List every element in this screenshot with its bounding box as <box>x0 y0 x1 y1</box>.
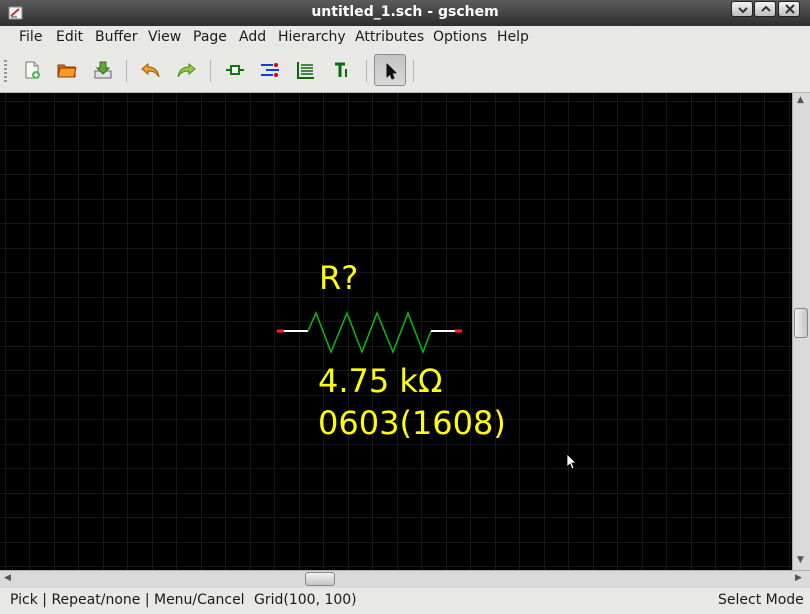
value-attribute[interactable]: 4.75 kΩ <box>318 362 442 400</box>
gschem-window: untitled_1.sch - gschem File Edit Buffer… <box>0 0 810 614</box>
add-net-button[interactable] <box>254 54 286 86</box>
add-bus-button[interactable] <box>290 54 322 86</box>
vertical-scrollbar[interactable]: ▲ ▼ <box>792 93 810 570</box>
menu-hierarchy[interactable]: Hierarchy <box>278 29 346 45</box>
maximize-button[interactable] <box>754 1 776 17</box>
undo-icon <box>141 62 160 78</box>
menu-page[interactable]: Page <box>193 29 227 45</box>
add-text-button[interactable] <box>326 54 358 86</box>
menu-file[interactable]: File <box>19 29 42 45</box>
open-button[interactable] <box>51 54 83 86</box>
add-component-icon <box>226 65 244 75</box>
menu-add[interactable]: Add <box>239 29 266 45</box>
title-bar: untitled_1.sch - gschem <box>0 0 810 26</box>
close-icon <box>785 4 795 14</box>
close-button[interactable] <box>778 1 800 17</box>
redo-icon <box>177 62 196 78</box>
scroll-up-icon[interactable]: ▲ <box>797 95 804 105</box>
menu-options[interactable]: Options <box>433 29 487 45</box>
undo-button[interactable] <box>135 54 167 86</box>
select-arrow-icon <box>386 63 397 80</box>
status-mouse-hint: Pick | Repeat/none | Menu/Cancel <box>10 592 245 608</box>
maximize-icon <box>761 5 771 12</box>
new-file-button[interactable] <box>16 54 48 86</box>
schematic-drawing: R? 4.75 kΩ 0603(1608) <box>0 93 792 570</box>
add-component-button[interactable] <box>219 54 251 86</box>
window-title: untitled_1.sch - gschem <box>311 4 499 20</box>
toolbar-separator <box>413 60 414 82</box>
menu-attributes[interactable]: Attributes <box>355 29 424 45</box>
menu-help[interactable]: Help <box>497 29 529 45</box>
menu-buffer[interactable]: Buffer <box>95 29 138 45</box>
minimize-button[interactable] <box>731 1 753 17</box>
save-icon <box>94 61 112 79</box>
refdes-attribute[interactable]: R? <box>319 259 358 297</box>
schematic-canvas[interactable]: R? 4.75 kΩ 0603(1608) <box>0 93 792 570</box>
vertical-scroll-thumb[interactable] <box>794 308 808 338</box>
toolbar <box>0 50 810 93</box>
footprint-attribute[interactable]: 0603(1608) <box>318 404 506 442</box>
horizontal-scroll-thumb[interactable] <box>305 572 335 586</box>
toolbar-separator <box>366 60 367 82</box>
new-file-icon <box>25 61 40 79</box>
status-bar: Pick | Repeat/none | Menu/Cancel Grid(10… <box>0 588 810 614</box>
scroll-left-icon[interactable]: ◀ <box>4 573 11 583</box>
toolbar-grip[interactable] <box>4 60 7 82</box>
open-folder-icon <box>57 64 77 78</box>
add-text-icon <box>335 62 347 77</box>
menu-bar: File Edit Buffer View Page Add Hierarchy… <box>0 26 810 51</box>
scroll-right-icon[interactable]: ▶ <box>795 573 802 583</box>
toolbar-separator <box>210 60 211 82</box>
status-mode: Select Mode <box>718 592 804 608</box>
select-mode-button[interactable] <box>374 54 406 86</box>
redo-button[interactable] <box>170 54 202 86</box>
menu-view[interactable]: View <box>148 29 181 45</box>
save-button[interactable] <box>87 54 119 86</box>
minimize-icon <box>738 7 748 14</box>
status-grid: Grid(100, 100) <box>254 592 357 608</box>
grid <box>0 93 792 570</box>
add-net-icon <box>261 63 279 77</box>
horizontal-scrollbar[interactable]: ◀ ▶ <box>0 570 810 588</box>
scroll-down-icon[interactable]: ▼ <box>797 555 804 565</box>
toolbar-separator <box>126 60 127 82</box>
menu-edit[interactable]: Edit <box>56 29 83 45</box>
add-bus-icon <box>297 62 314 79</box>
